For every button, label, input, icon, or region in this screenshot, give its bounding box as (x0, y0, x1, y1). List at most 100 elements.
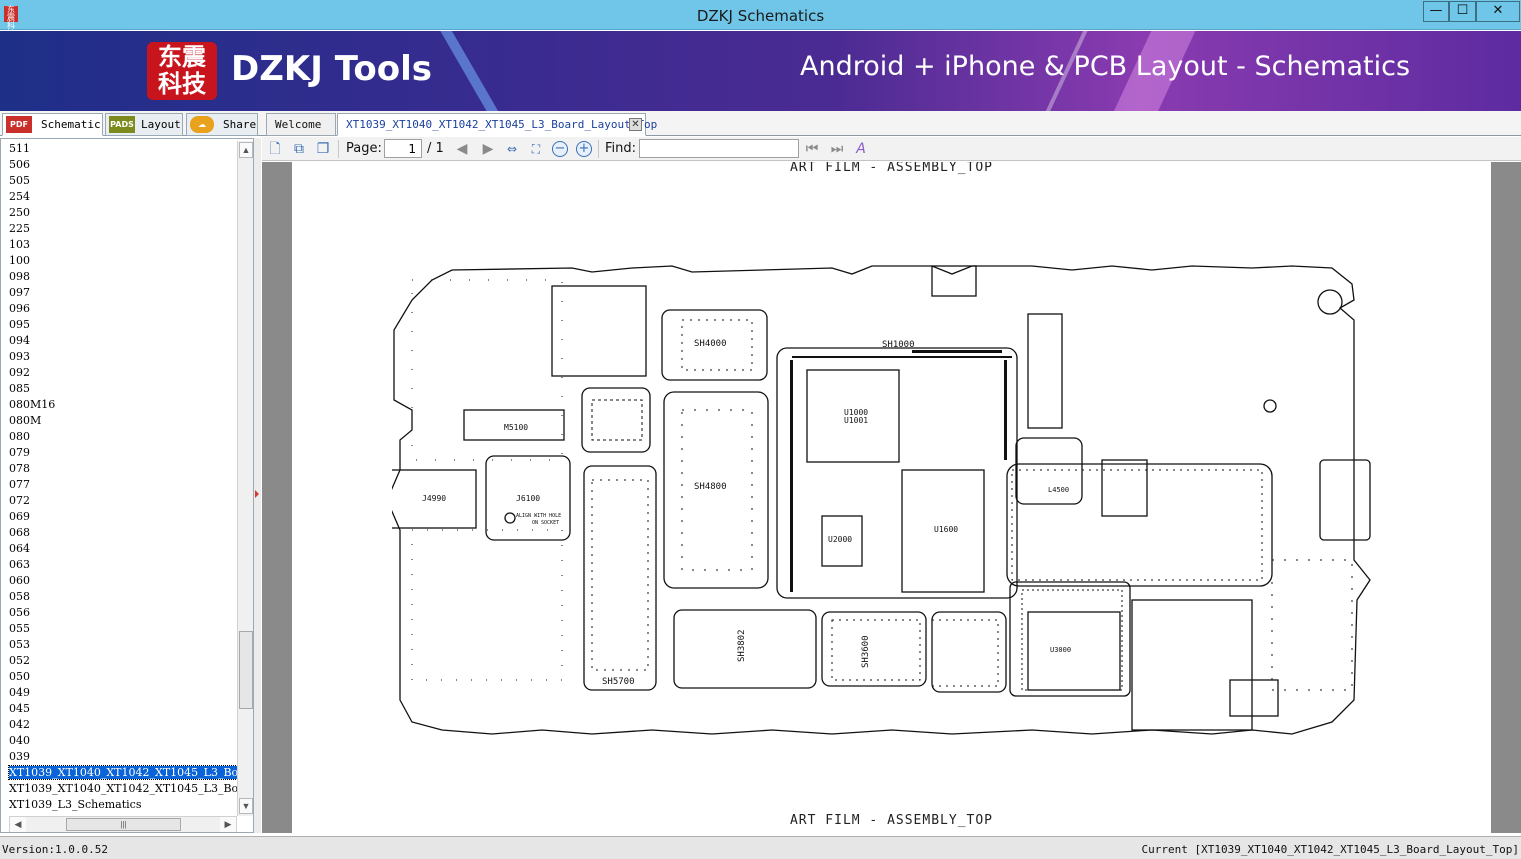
tab-schematic[interactable]: PDF Schematic (2, 113, 103, 136)
collapse-arrow-icon[interactable] (255, 490, 259, 498)
file-list-item-label: 094 (9, 334, 30, 347)
find-prev-icon[interactable]: ⏮ (803, 140, 821, 158)
document-page: ART FILM - ASSEMBLY_TOP ART FILM - ASSEM… (292, 162, 1491, 833)
file-list-item-label: XT1039_L3_Schematics (9, 798, 142, 811)
scroll-thumb[interactable]: ||| (66, 818, 181, 831)
file-list-item[interactable]: 100 (1, 253, 237, 269)
prev-page-icon[interactable]: ◀ (453, 140, 471, 158)
find-input[interactable] (639, 139, 799, 158)
fit-page-icon[interactable]: ⛶ (527, 140, 545, 158)
file-list-item[interactable]: XT1039_L3_Schematics (1, 797, 237, 813)
file-list-item[interactable]: 049 (1, 685, 237, 701)
header-banner: 东震 科技 DZKJ Tools Android + iPhone & PCB L… (0, 31, 1521, 111)
tab-welcome[interactable]: Welcome (266, 113, 336, 136)
file-list-item[interactable]: 096 (1, 301, 237, 317)
file-list-item[interactable]: 092 (1, 365, 237, 381)
file-list-item[interactable]: 077 (1, 477, 237, 493)
file-list-item[interactable]: 080M (1, 413, 237, 429)
file-list-item[interactable]: 063 (1, 557, 237, 573)
file-list-item-label: 079 (9, 446, 30, 459)
file-list-item-label: 040 (9, 734, 30, 747)
file-list-item-label: 096 (9, 302, 30, 315)
file-list-item[interactable]: 055 (1, 621, 237, 637)
file-list-item[interactable]: 095 (1, 317, 237, 333)
file-list-item-label: 098 (9, 270, 30, 283)
vertical-scrollbar[interactable]: ▲ ▼ (237, 141, 253, 816)
scroll-up-icon[interactable]: ▲ (239, 142, 253, 158)
connector-j5000 (1027, 313, 1063, 429)
close-tab-icon[interactable]: ✕ (629, 118, 642, 131)
file-list-item[interactable]: 093 (1, 349, 237, 365)
file-list-item[interactable]: 250 (1, 205, 237, 221)
toolbar-divider (338, 140, 339, 158)
fit-width-icon[interactable]: ⇔ (503, 140, 521, 158)
file-list-item[interactable]: 080M16 (1, 397, 237, 413)
scroll-right-icon[interactable]: ▶ (220, 817, 236, 832)
highlight-text-icon[interactable]: A (852, 140, 870, 158)
file-list-item[interactable]: 042 (1, 717, 237, 733)
file-list-item[interactable]: 053 (1, 637, 237, 653)
file-list-item-label: 058 (9, 590, 30, 603)
find-next-icon[interactable]: ⏭ (828, 140, 846, 158)
file-list-item[interactable]: 103 (1, 237, 237, 253)
find-label: Find: (605, 141, 637, 156)
label-u1600: U1600 (934, 525, 958, 534)
file-list-item[interactable]: XT1039_XT1040_XT1042_XT1045_L3_Board_I (1, 765, 237, 781)
tab-layout[interactable]: PADS Layout (105, 113, 183, 136)
file-list-item[interactable]: 079 (1, 445, 237, 461)
file-list-item-label: 092 (9, 366, 30, 379)
file-list-item[interactable]: 098 (1, 269, 237, 285)
file-list-item-label: 069 (9, 510, 30, 523)
file-list-item[interactable]: 056 (1, 605, 237, 621)
tab-share[interactable]: ☁ Share (186, 113, 258, 136)
file-list-item[interactable]: 069 (1, 509, 237, 525)
tab-board-layout-top[interactable]: XT1039_XT1040_XT1042_XT1045_L3_Board_Lay… (337, 113, 657, 136)
page-total: / 1 (427, 141, 444, 156)
file-list-item[interactable]: 060 (1, 573, 237, 589)
file-list-item[interactable]: 085 (1, 381, 237, 397)
connector-top (931, 265, 977, 297)
file-list-item[interactable]: 064 (1, 541, 237, 557)
horizontal-scrollbar[interactable]: ◀ ||| ▶ (9, 816, 237, 832)
zoom-out-icon[interactable]: − (552, 141, 568, 157)
file-list-item[interactable]: 045 (1, 701, 237, 717)
file-list-item[interactable]: 254 (1, 189, 237, 205)
tab-label: XT1039_XT1040_XT1042_XT1045_L3_Board_Lay… (346, 118, 658, 131)
file-list-item[interactable]: 040 (1, 733, 237, 749)
file-list-item[interactable]: 050 (1, 669, 237, 685)
file-list-item[interactable]: 039 (1, 749, 237, 765)
file-list-item[interactable]: 097 (1, 285, 237, 301)
open-file-icon[interactable]: 🗋 (266, 140, 284, 158)
minimize-button[interactable]: — (1423, 1, 1449, 22)
document-viewer[interactable]: ART FILM - ASSEMBLY_TOP ART FILM - ASSEM… (262, 162, 1521, 833)
file-list-item[interactable]: 052 (1, 653, 237, 669)
file-list-item-label: 063 (9, 558, 30, 571)
file-list-item[interactable]: 078 (1, 461, 237, 477)
file-list-item-label: 068 (9, 526, 30, 539)
maximize-button[interactable]: ☐ (1449, 1, 1476, 22)
file-list-item[interactable]: 511 (1, 141, 237, 157)
pages-icon[interactable]: ❐ (314, 140, 332, 158)
file-list-item[interactable]: 080 (1, 429, 237, 445)
file-list-item[interactable]: 072 (1, 493, 237, 509)
scroll-down-icon[interactable]: ▼ (239, 798, 253, 814)
mount-hole (1263, 399, 1277, 413)
file-list-item-label: 060 (9, 574, 30, 587)
label-sh3600: SH3600 (861, 635, 871, 668)
file-list-item[interactable]: 225 (1, 221, 237, 237)
close-button[interactable]: ✕ (1476, 1, 1520, 22)
scroll-thumb[interactable] (239, 631, 253, 709)
file-list-item[interactable]: 506 (1, 157, 237, 173)
next-page-icon[interactable]: ▶ (479, 140, 497, 158)
copy-icon[interactable]: ⧉ (290, 140, 308, 158)
file-list-item[interactable]: 505 (1, 173, 237, 189)
file-list-item[interactable]: 068 (1, 525, 237, 541)
scroll-left-icon[interactable]: ◀ (10, 817, 26, 832)
zoom-in-icon[interactable]: + (576, 141, 592, 157)
file-list-item[interactable]: 094 (1, 333, 237, 349)
file-list-item[interactable]: XT1039_XT1040_XT1042_XT1045_L3_Board_I (1, 781, 237, 797)
mount-hole (504, 512, 516, 524)
file-list-item[interactable]: 058 (1, 589, 237, 605)
panel-splitter[interactable] (254, 138, 261, 833)
page-number-input[interactable] (384, 139, 422, 158)
